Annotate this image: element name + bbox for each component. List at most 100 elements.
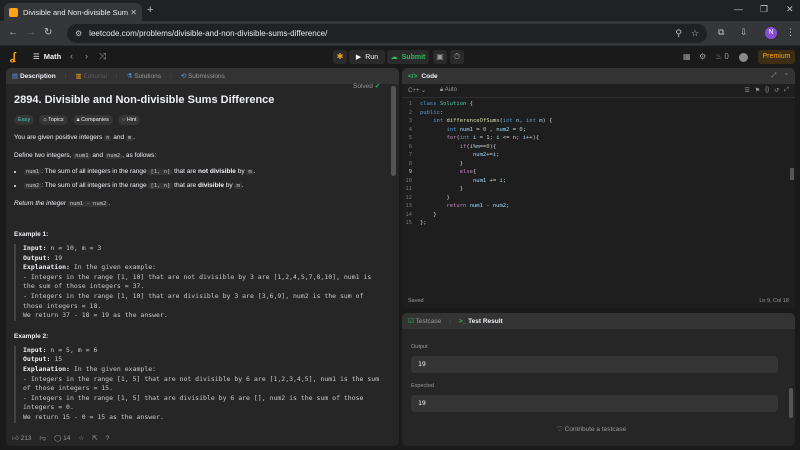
- reload-icon[interactable]: ↻: [44, 27, 52, 38]
- example-value: n = 10, m = 3: [46, 244, 102, 252]
- code-editor[interactable]: 1 class Solution { 2 public: 3 int differe…: [402, 100, 795, 290]
- example-line: Output: 19: [23, 254, 383, 264]
- streak-counter[interactable]: ♨ 0: [715, 52, 729, 61]
- help-icon[interactable]: ?: [106, 435, 110, 442]
- bullet-text: by: [224, 182, 235, 189]
- problem-title[interactable]: 2894. Divisible and Non-divisible Sums D…: [14, 94, 383, 106]
- leetcode-logo-icon[interactable]: ʆ: [10, 51, 20, 63]
- user-avatar[interactable]: [739, 53, 748, 62]
- solved-label: Solved: [353, 83, 373, 90]
- zoom-icon[interactable]: ⚲: [675, 28, 682, 39]
- problem-list-button[interactable]: ☰ Math: [33, 52, 61, 61]
- result-scrollbar[interactable]: [789, 388, 793, 418]
- companies-tag[interactable]: 🔒︎ Companies: [72, 115, 113, 125]
- line-number: 1: [408, 101, 412, 107]
- tab-submissions[interactable]: ⟲ Submissions: [181, 72, 225, 80]
- downloads-icon[interactable]: ⇩: [740, 27, 748, 38]
- code-line: 12 }: [402, 194, 795, 203]
- braces-icon[interactable]: {}: [765, 87, 769, 94]
- maximize-panel-icon[interactable]: ⤢: [771, 72, 776, 80]
- tab-description-label: Description: [19, 73, 56, 80]
- back-icon[interactable]: ←: [8, 27, 18, 38]
- shuffle-icon[interactable]: ⤨: [99, 51, 106, 62]
- format-icon[interactable]: ☰: [744, 87, 749, 94]
- example-line: of those integers = 15.: [23, 384, 114, 393]
- line-number: 3: [408, 118, 412, 124]
- fullscreen-icon[interactable]: ⤢: [784, 87, 789, 94]
- premium-button[interactable]: Premium: [758, 50, 795, 64]
- star-icon[interactable]: ☆: [78, 434, 84, 442]
- check-circle-icon: ✔: [374, 83, 381, 90]
- example-2-block: Input: n = 5, m = 6 Output: 15 Explanati…: [14, 345, 383, 423]
- lock-icon: 🔒︎: [440, 87, 444, 93]
- profile-avatar[interactable]: N: [765, 27, 777, 39]
- share-icon[interactable]: ⇱: [92, 434, 97, 442]
- example-line: Explanation: In the given example:: [23, 365, 383, 375]
- new-tab-icon[interactable]: +: [147, 4, 153, 16]
- timer-icon[interactable]: ⏱: [450, 50, 464, 64]
- url-text: leetcode.com/problems/divisible-and-non-…: [89, 29, 328, 38]
- editor-scrollbar[interactable]: [790, 168, 794, 180]
- comment-count: 14: [63, 435, 71, 442]
- run-button[interactable]: ▶ Run: [349, 50, 385, 64]
- lock-icon: 🔒︎: [76, 117, 80, 123]
- next-problem-icon[interactable]: ›: [85, 51, 88, 61]
- code-line: 2 public:: [402, 109, 795, 118]
- tab-test-result[interactable]: >_ Test Result: [459, 318, 503, 325]
- checkbox-icon: ☑: [408, 318, 414, 325]
- thumbs-up-icon: 👍︎: [12, 435, 19, 442]
- extensions-icon[interactable]: ⧉: [718, 27, 724, 38]
- tab-editorial-label: Editorial: [83, 73, 107, 80]
- reset-icon[interactable]: ↺: [774, 87, 779, 94]
- intro-paragraph: You are given positive integers n and m.: [14, 133, 383, 143]
- tab-description[interactable]: ▤ Description: [12, 72, 56, 80]
- leetcode-topbar: ʆ ☰ Math ‹ › ⤨ ✱ ▶ Run ☁ Submit ▣ ⏱ ▦ ⚙ ♨ 0…: [0, 47, 800, 67]
- tab-submissions-label: Submissions: [187, 73, 225, 80]
- editor-status-bar: Saved Ln 9, Col 18: [402, 293, 795, 308]
- minimize-icon[interactable]: —: [734, 4, 743, 14]
- like-button[interactable]: 👍︎ 213: [12, 434, 31, 442]
- address-bar[interactable]: ⚙ leetcode.com/problems/divisible-and-no…: [67, 24, 707, 43]
- code-line: 11 }: [402, 185, 795, 194]
- inline-code: num1: [24, 169, 42, 175]
- browser-tab[interactable]: Divisible and Non-divisible Sum ✕: [4, 3, 142, 21]
- cursor-position: Ln 9, Col 18: [759, 297, 789, 304]
- description-scrollbar[interactable]: [391, 86, 396, 176]
- line-number: 11: [405, 186, 412, 192]
- window-close-icon[interactable]: ✕: [786, 4, 794, 15]
- submit-button[interactable]: ☁ Submit: [387, 50, 429, 64]
- line-number: 8: [408, 160, 412, 167]
- site-info-icon[interactable]: ⚙: [75, 29, 82, 38]
- layout-icon[interactable]: ▦: [683, 52, 691, 61]
- close-tab-icon[interactable]: ✕: [130, 8, 137, 17]
- settings-gear-icon[interactable]: ⚙: [699, 52, 706, 61]
- debug-icon[interactable]: ✱: [333, 50, 347, 64]
- auto-mode[interactable]: 🔒︎ Auto: [440, 87, 457, 94]
- language-select[interactable]: C++ ⌄: [408, 87, 426, 94]
- solved-status: Solved ✔: [353, 82, 380, 90]
- contribute-testcase-link[interactable]: ♡ Contribute a testcase: [557, 425, 626, 433]
- tab-testcase[interactable]: ☑ Testcase: [408, 317, 441, 325]
- define-text: Define two integers,: [14, 152, 74, 159]
- like-count: 213: [20, 435, 32, 442]
- code-toolbar: C++ ⌄ 🔒︎ Auto ☰ ⚑ {} ↺ ⤢: [402, 84, 795, 98]
- hint-tag[interactable]: ◌ Hint: [117, 115, 141, 125]
- line-number: 5: [408, 135, 412, 141]
- example-key: Output:: [23, 355, 51, 364]
- description-icon: ▤: [12, 73, 19, 80]
- browser-menu-icon[interactable]: ⋮: [786, 27, 795, 38]
- bookmark-icon[interactable]: ⚑: [755, 87, 760, 94]
- prev-problem-icon[interactable]: ‹: [70, 51, 73, 61]
- notes-icon[interactable]: ▣: [433, 50, 447, 64]
- forward-icon[interactable]: →: [26, 27, 36, 38]
- line-number: 13: [405, 203, 412, 209]
- comments-button[interactable]: ◯ 14: [54, 434, 70, 442]
- topics-tag[interactable]: ⌂ Topics: [39, 115, 68, 125]
- dislike-icon[interactable]: 👎︎: [39, 434, 46, 442]
- code-line: 3 int differenceOfSums(int n, int m) {: [402, 117, 795, 126]
- tab-editorial[interactable]: ▥ Editorial: [75, 72, 106, 80]
- tab-solutions[interactable]: ⚗ Solutions: [127, 72, 161, 80]
- collapse-panel-icon[interactable]: ⌃: [784, 72, 789, 80]
- maximize-icon[interactable]: ❐: [760, 4, 768, 15]
- bookmark-star-icon[interactable]: ☆: [691, 28, 699, 39]
